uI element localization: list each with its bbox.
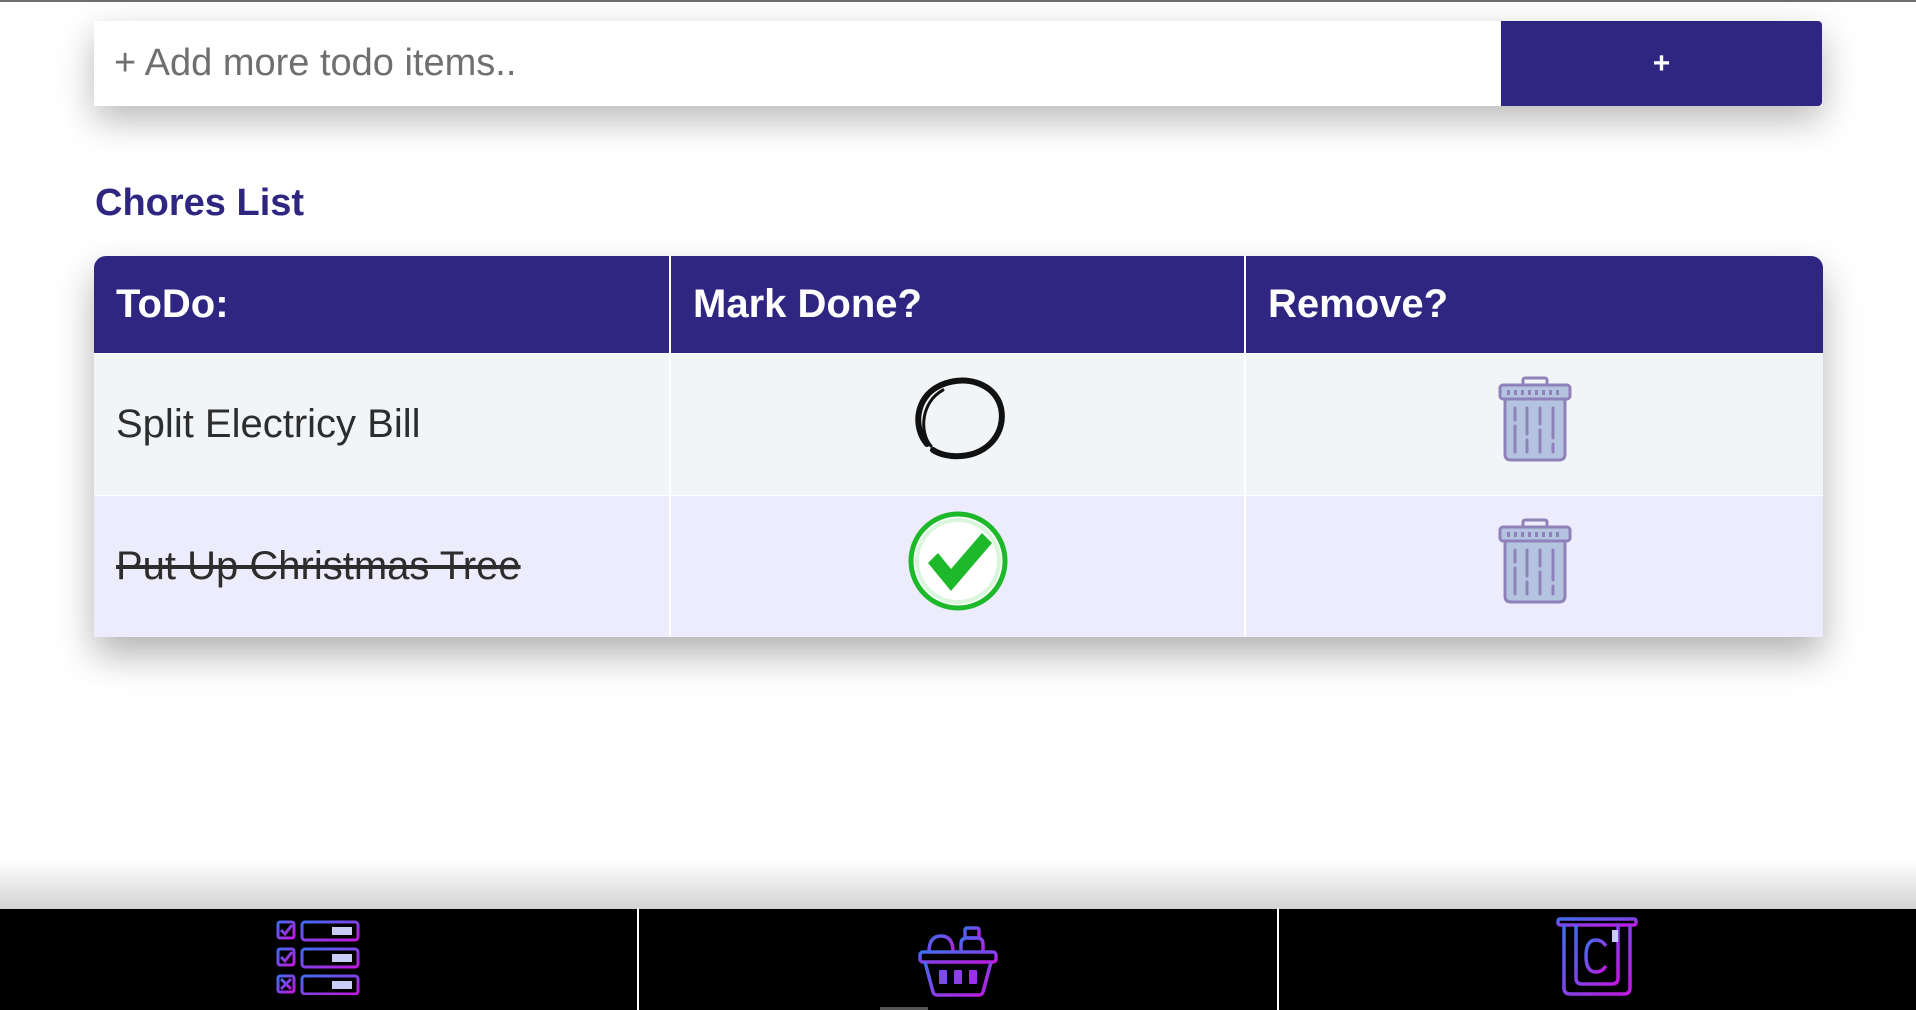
add-todo-button[interactable]: + <box>1501 21 1822 106</box>
todo-text-cell: Split Electricy Bill <box>94 352 671 495</box>
add-todo-input[interactable] <box>94 21 1501 106</box>
table-row: Split Electricy Bill <box>94 352 1823 495</box>
unchecked-circle-icon[interactable] <box>911 376 1005 472</box>
table-row: Put Up Christmas Tree <box>94 494 1823 637</box>
column-header-remove: Remove? <box>1245 256 1823 353</box>
nav-item-bills[interactable] <box>1279 909 1916 1010</box>
checklist-icon <box>276 919 362 1000</box>
chores-table: ToDo: Mark Done? Remove? Split Electricy… <box>94 256 1823 637</box>
euro-bill-icon <box>1556 916 1639 1003</box>
trash-icon[interactable] <box>1497 518 1573 614</box>
nav-item-shopping[interactable] <box>639 909 1279 1010</box>
todo-text: Put Up Christmas Tree <box>116 543 521 588</box>
footer-nav <box>0 909 1916 1010</box>
shopping-basket-icon <box>917 916 999 1003</box>
column-header-todo: ToDo: <box>94 256 671 353</box>
remove-cell <box>1245 352 1823 495</box>
list-title: Chores List <box>95 182 305 224</box>
trash-icon[interactable] <box>1497 376 1573 472</box>
table-header-row: ToDo: Mark Done? Remove? <box>94 256 1823 353</box>
chores-table-container: ToDo: Mark Done? Remove? Split Electricy… <box>94 256 1823 637</box>
nav-item-chores[interactable] <box>0 909 640 1010</box>
mark-done-cell <box>670 494 1246 637</box>
footer-shadow <box>0 860 1916 910</box>
column-header-mark-done: Mark Done? <box>670 256 1246 353</box>
checked-circle-icon[interactable] <box>908 511 1008 621</box>
add-todo-bar: + <box>94 21 1822 106</box>
todo-text: Split Electricy Bill <box>116 401 421 446</box>
mark-done-cell <box>670 352 1246 495</box>
window-top-edge <box>0 0 1916 2</box>
todo-text-cell: Put Up Christmas Tree <box>94 494 671 637</box>
remove-cell <box>1245 494 1823 637</box>
